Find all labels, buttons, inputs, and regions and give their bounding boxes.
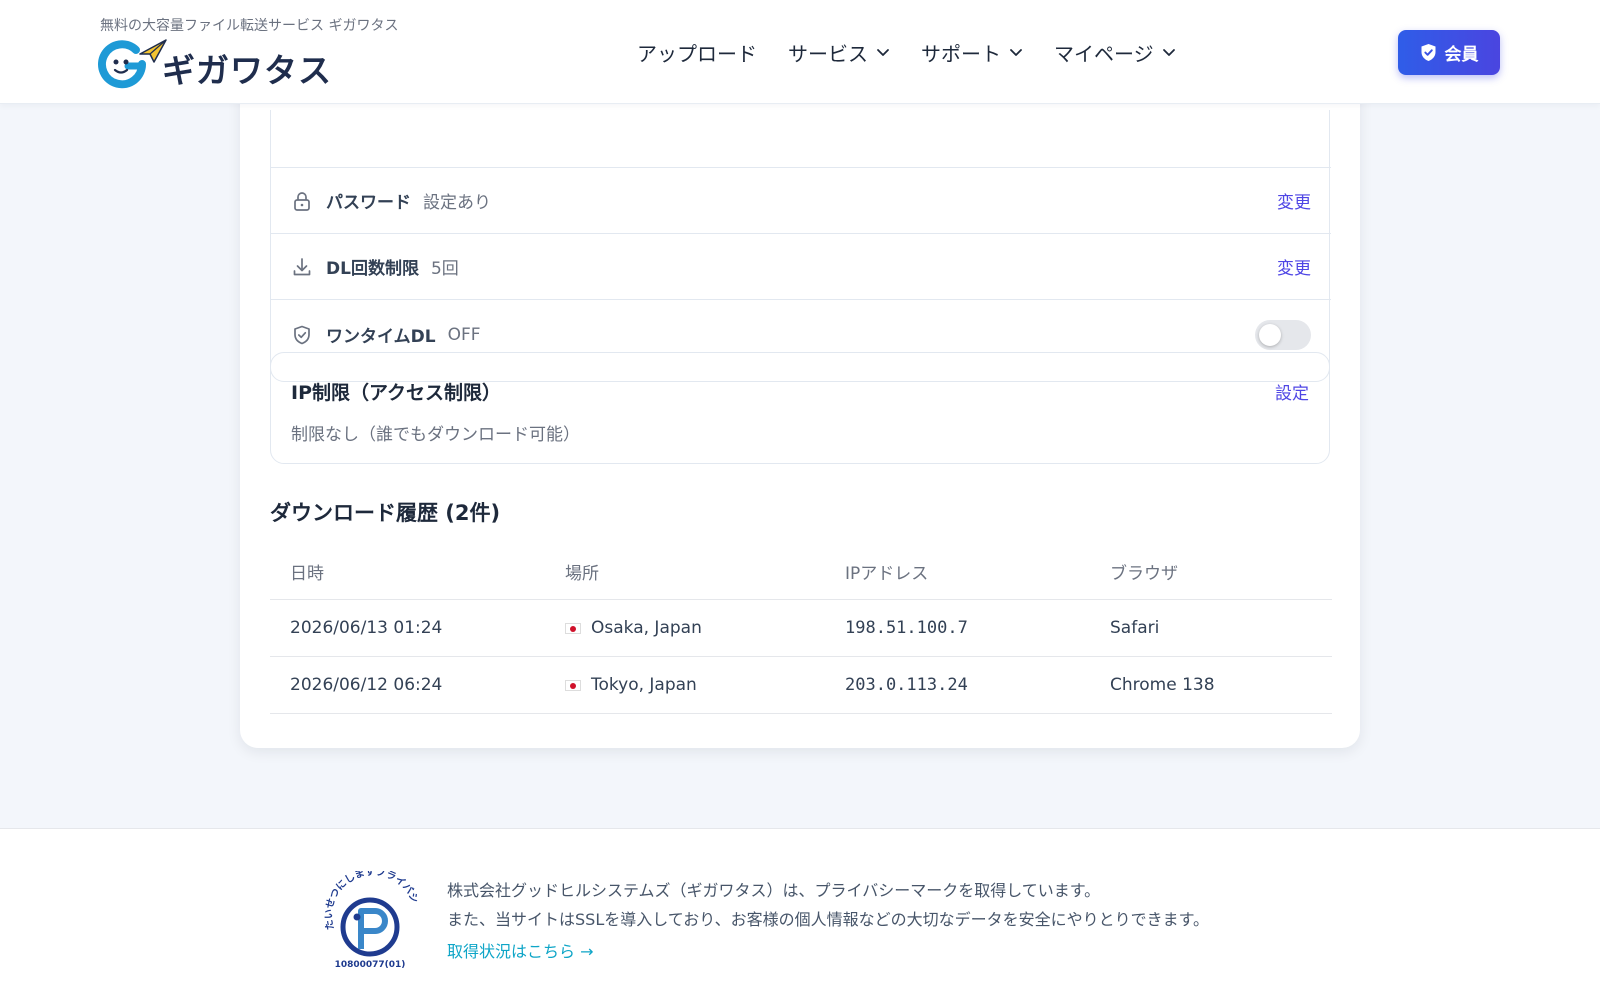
nav-services-label: サービス [788, 41, 868, 66]
setting-value: OFF [447, 324, 481, 345]
download-history-title: ダウンロード履歴 (2件) [270, 501, 501, 525]
site-footer: たいせつにしますプライバシー 10800077(01) 株式会社グッドヒルシステ… [0, 828, 1600, 1000]
privacy-mark-logo: たいせつにしますプライバシー 10800077(01) [320, 871, 420, 970]
setting-label: ワンタイムDL [326, 327, 436, 347]
change-password-button[interactable]: 変更 [1277, 188, 1311, 213]
lock-icon [294, 191, 310, 211]
privacy-statement: 株式会社グッドヒルシステムズ（ギガワタス）は、プライバシーマークを取得しています… [447, 881, 1101, 900]
file-settings-list: パスワード 設定あり 変更 DL回数制限 5回 変更 ワンタイムDL OFF [270, 110, 1331, 382]
site-logo[interactable]: ギガワタス [98, 38, 338, 92]
nav-mypage[interactable]: マイページ [1054, 38, 1176, 66]
setting-label: パスワード [326, 193, 411, 213]
column-header-browser: ブラウザ [1110, 564, 1178, 584]
download-icon [293, 257, 311, 275]
chevron-down-icon [1010, 49, 1022, 56]
logo-text: ギガワタス [162, 51, 332, 90]
member-button-label: 会員 [1444, 45, 1479, 65]
nav-support-label: サポート [921, 41, 1001, 66]
download-history-table: 日時 場所 IPアドレス ブラウザ 2026/06/13 01:24 Osaka… [270, 544, 1332, 714]
setting-row-dl-limit: DL回数制限 5回 変更 [271, 233, 1331, 299]
nav-mypage-label: マイページ [1054, 41, 1154, 66]
location-text: Osaka, Japan [591, 618, 702, 638]
cell-datetime: 2026/06/13 01:24 [290, 618, 443, 638]
japan-flag-icon [565, 622, 581, 634]
ip-restriction-description: 制限なし（誰でもダウンロード可能） [291, 425, 580, 445]
chevron-down-icon [877, 49, 889, 56]
nav-upload[interactable]: アップロード [637, 38, 757, 66]
change-dl-limit-button[interactable]: 変更 [1277, 254, 1311, 279]
setting-row-password: パスワード 設定あり 変更 [271, 167, 1331, 233]
site-header: 無料の大容量ファイル転送サービス ギガワタス ギガワタス アップロード サービス… [0, 0, 1600, 104]
cell-browser: Safari [1110, 618, 1160, 638]
cell-location: Osaka, Japan [565, 618, 845, 638]
site-tagline: 無料の大容量ファイル転送サービス ギガワタス [100, 18, 399, 34]
column-header-ip: IPアドレス [845, 564, 929, 584]
location-text: Tokyo, Japan [591, 675, 697, 695]
cell-ip: 203.0.113.24 [845, 675, 968, 695]
table-row: 2026/06/13 01:24 Osaka, Japan 198.51.100… [270, 600, 1332, 657]
chevron-down-icon [1162, 49, 1175, 56]
shield-check-icon [294, 325, 310, 344]
table-header: 日時 場所 IPアドレス ブラウザ [270, 544, 1332, 600]
onetime-dl-toggle[interactable] [1255, 319, 1311, 350]
ip-restriction-box: IP制限（アクセス制限） 設定 制限なし（誰でもダウンロード可能） [270, 352, 1330, 464]
table-row: 2026/06/12 06:24 Tokyo, Japan 203.0.113.… [270, 657, 1332, 714]
shield-check-icon [1421, 44, 1435, 61]
japan-flag-icon [565, 679, 581, 691]
member-button[interactable]: 会員 [1398, 30, 1500, 75]
file-detail-card: パスワード 設定あり 変更 DL回数制限 5回 変更 ワンタイムDL OFF I… [240, 60, 1360, 748]
cell-location: Tokyo, Japan [565, 675, 845, 695]
setting-value: 設定あり [423, 193, 491, 213]
privacy-mark-number: 10800077(01) [335, 960, 406, 970]
nav-upload-label: アップロード [637, 41, 757, 66]
cell-ip: 198.51.100.7 [845, 618, 968, 638]
column-header-datetime: 日時 [290, 564, 324, 584]
main-nav: アップロード サービス サポート マイページ [637, 38, 1176, 66]
cell-datetime: 2026/06/12 06:24 [290, 675, 443, 695]
cell-browser: Chrome 138 [1110, 675, 1215, 695]
setting-label: DL回数制限 [326, 259, 419, 279]
logo-icon [98, 39, 167, 89]
ip-restriction-settings-button[interactable]: 設定 [1275, 379, 1309, 404]
setting-value: 5回 [430, 259, 459, 279]
privacy-mark-status-link[interactable]: 取得状況はこちら → [447, 938, 594, 962]
nav-support[interactable]: サポート [921, 38, 1023, 66]
nav-services[interactable]: サービス [788, 38, 890, 66]
column-header-location: 場所 [565, 564, 599, 584]
ip-restriction-title: IP制限（アクセス制限） [291, 382, 502, 404]
ssl-statement: また、当サイトはSSLを導入しており、お客様の個人情報などの大切なデータを安全に… [447, 910, 1210, 929]
